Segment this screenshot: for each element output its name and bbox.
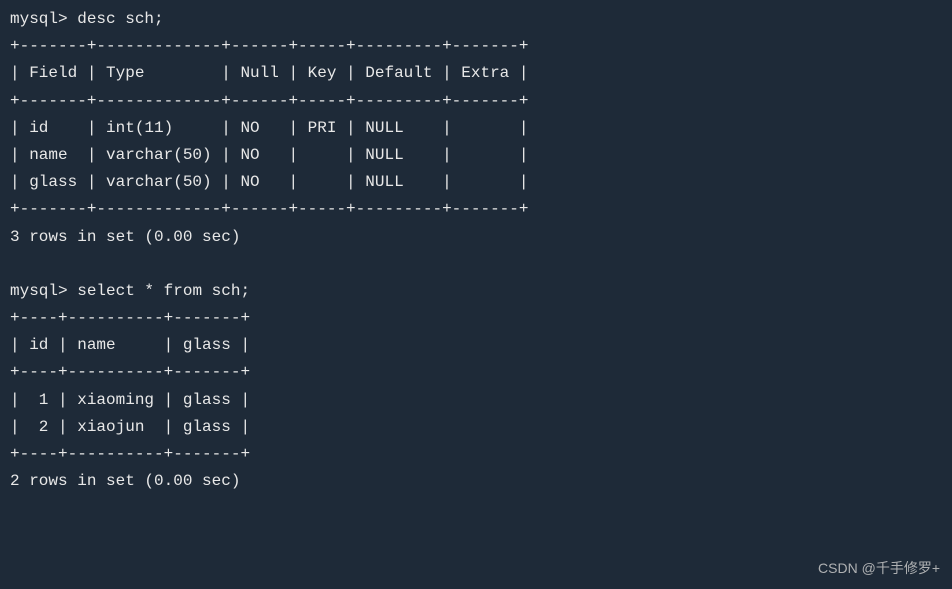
table1-row-0: | id | int(11) | NO | PRI | NULL | | [10, 115, 942, 142]
table1-row-1: | name | varchar(50) | NO | | NULL | | [10, 142, 942, 169]
watermark: CSDN @千手修罗+ [818, 557, 940, 581]
table2-sep-bot: +----+----------+-------+ [10, 441, 942, 468]
table1-header: | Field | Type | Null | Key | Default | … [10, 60, 942, 87]
table1-sep-bot: +-------+-------------+------+-----+----… [10, 196, 942, 223]
table1-row-2: | glass | varchar(50) | NO | | NULL | | [10, 169, 942, 196]
table2-row-0: | 1 | xiaoming | glass | [10, 387, 942, 414]
command-text-2: select * from sch; [77, 282, 250, 300]
table2-row-1: | 2 | xiaojun | glass | [10, 414, 942, 441]
table2-header: | id | name | glass | [10, 332, 942, 359]
table2-sep-mid: +----+----------+-------+ [10, 359, 942, 386]
blank-line [10, 251, 942, 278]
table1-sep-mid: +-------+-------------+------+-----+----… [10, 88, 942, 115]
command-text-1: desc sch; [77, 10, 163, 28]
mysql-prompt: mysql> [10, 10, 68, 28]
table2-footer: 2 rows in set (0.00 sec) [10, 468, 942, 495]
table1-footer: 3 rows in set (0.00 sec) [10, 224, 942, 251]
prompt-line-2[interactable]: mysql> select * from sch; [10, 278, 942, 305]
mysql-prompt: mysql> [10, 282, 68, 300]
table2-sep-top: +----+----------+-------+ [10, 305, 942, 332]
table1-sep-top: +-------+-------------+------+-----+----… [10, 33, 942, 60]
prompt-line-1[interactable]: mysql> desc sch; [10, 6, 942, 33]
